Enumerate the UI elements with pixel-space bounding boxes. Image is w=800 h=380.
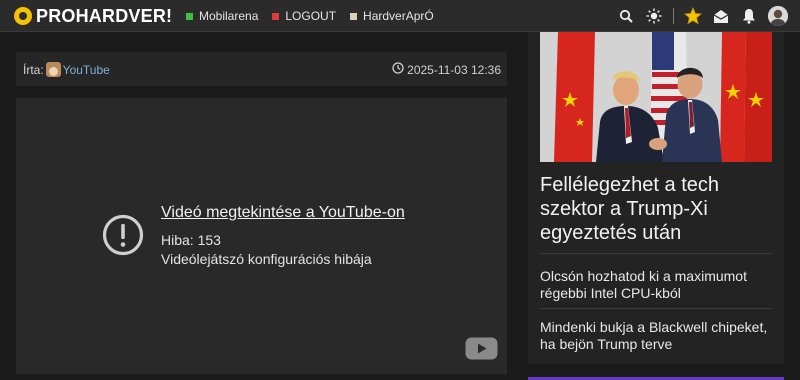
sidebar-divider bbox=[540, 308, 772, 309]
clock-icon bbox=[392, 62, 404, 77]
nav-link-hardverapro[interactable]: HardverAprÓ bbox=[350, 9, 434, 23]
author-link[interactable]: YouTube bbox=[63, 63, 110, 77]
date-text: 2025-11-03 12:36 bbox=[407, 62, 501, 77]
nav-link-label: LOGOUT bbox=[285, 9, 337, 23]
error-icon bbox=[102, 214, 144, 256]
logo-text: PROHARDVER! bbox=[36, 5, 173, 26]
author-label: Írta: bbox=[23, 62, 44, 77]
green-square-icon bbox=[186, 12, 193, 20]
sidebar-news-item[interactable]: Mindenki bukja a Blackwell chipeket, ha … bbox=[540, 319, 772, 353]
beige-square-icon bbox=[350, 12, 358, 20]
author-info: Írta: YouTube bbox=[23, 62, 110, 77]
header-divider bbox=[673, 8, 674, 24]
header-icons bbox=[607, 0, 788, 32]
portal-links: Mobilarena LOGOUT HardverAprÓ bbox=[186, 0, 448, 32]
bell-icon[interactable] bbox=[740, 7, 758, 25]
article-meta: Írta: YouTube 2025-11-03 12:36 bbox=[16, 52, 507, 86]
nav-link-mobilarena[interactable]: Mobilarena bbox=[186, 9, 258, 23]
mail-icon[interactable] bbox=[712, 7, 730, 25]
red-square-icon bbox=[272, 12, 280, 20]
user-avatar[interactable] bbox=[768, 6, 788, 26]
news-photo[interactable] bbox=[540, 32, 772, 162]
top-navbar: PROHARDVER! Mobilarena LOGOUT HardverApr… bbox=[0, 0, 800, 32]
nav-link-label: Mobilarena bbox=[199, 9, 259, 23]
error-description: Videólejátszó konfigurációs hibája bbox=[161, 251, 372, 267]
watch-on-youtube-link[interactable]: Videó megtekintése a YouTube-on bbox=[161, 204, 405, 222]
error-code: Hiba: 153 bbox=[161, 232, 221, 248]
search-icon[interactable] bbox=[617, 7, 635, 25]
sidebar-headline[interactable]: Fellélegezhet a tech szektor a Trump-Xi … bbox=[540, 173, 772, 245]
nav-link-label: HardverAprÓ bbox=[363, 9, 434, 23]
theme-sun-icon[interactable] bbox=[645, 7, 663, 25]
sidebar-news: Fellélegezhet a tech szektor a Trump-Xi … bbox=[528, 32, 784, 364]
sidebar-divider bbox=[540, 253, 772, 254]
youtube-embed[interactable]: Videó megtekintése a YouTube-on Hiba: 15… bbox=[16, 98, 507, 374]
author-avatar bbox=[45, 62, 61, 77]
star-icon[interactable] bbox=[684, 7, 702, 25]
nav-link-logout[interactable]: LOGOUT bbox=[272, 9, 336, 23]
youtube-logo-icon[interactable] bbox=[465, 337, 498, 360]
article-date: 2025-11-03 12:36 bbox=[392, 62, 501, 77]
sidebar-news-item[interactable]: Olcsón hozhatod ki a maximumot régebbi I… bbox=[540, 268, 772, 302]
site-logo[interactable]: PROHARDVER! bbox=[14, 6, 172, 26]
logo-mark-icon bbox=[14, 7, 32, 25]
